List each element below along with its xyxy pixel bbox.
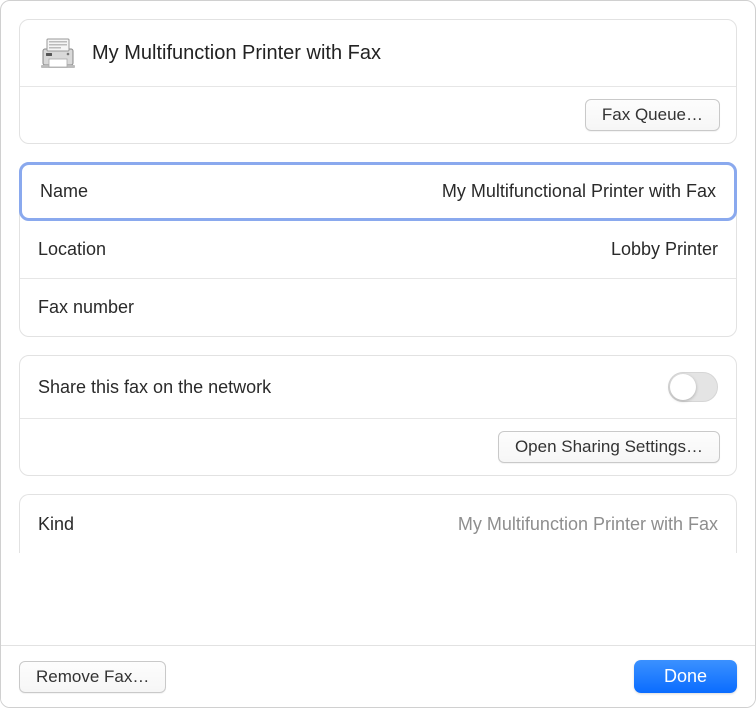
open-sharing-settings-button[interactable]: Open Sharing Settings…	[498, 431, 720, 463]
info-block: Name My Multifunctional Printer with Fax…	[19, 162, 737, 337]
done-button[interactable]: Done	[634, 660, 737, 693]
share-label: Share this fax on the network	[38, 377, 271, 398]
device-title: My Multifunction Printer with Fax	[92, 42, 381, 65]
share-toggle[interactable]	[668, 372, 718, 402]
kind-row: Kind My Multifunction Printer with Fax	[20, 495, 736, 553]
fax-machine-icon	[38, 35, 78, 71]
name-value: My Multifunctional Printer with Fax	[442, 181, 716, 202]
sharing-actions-row: Open Sharing Settings…	[20, 418, 736, 475]
name-label: Name	[40, 181, 88, 202]
location-row[interactable]: Location Lobby Printer	[20, 220, 736, 278]
content-area: My Multifunction Printer with Fax Fax Qu…	[1, 1, 755, 645]
fax-number-row[interactable]: Fax number	[20, 278, 736, 336]
sharing-block: Share this fax on the network Open Shari…	[19, 355, 737, 476]
fax-queue-button[interactable]: Fax Queue…	[585, 99, 720, 131]
header-block: My Multifunction Printer with Fax Fax Qu…	[19, 19, 737, 144]
device-header: My Multifunction Printer with Fax	[20, 20, 736, 87]
share-row: Share this fax on the network	[20, 356, 736, 418]
fax-settings-dialog: My Multifunction Printer with Fax Fax Qu…	[0, 0, 756, 708]
fax-number-label: Fax number	[38, 297, 134, 318]
name-row[interactable]: Name My Multifunctional Printer with Fax	[19, 162, 737, 221]
footer-bar: Remove Fax… Done	[1, 645, 755, 707]
toggle-knob	[670, 374, 696, 400]
kind-value: My Multifunction Printer with Fax	[458, 514, 718, 535]
location-label: Location	[38, 239, 106, 260]
queue-row: Fax Queue…	[20, 87, 736, 143]
location-value: Lobby Printer	[611, 239, 718, 260]
kind-label: Kind	[38, 514, 74, 535]
remove-fax-button[interactable]: Remove Fax…	[19, 661, 166, 693]
kind-block: Kind My Multifunction Printer with Fax	[19, 494, 737, 553]
